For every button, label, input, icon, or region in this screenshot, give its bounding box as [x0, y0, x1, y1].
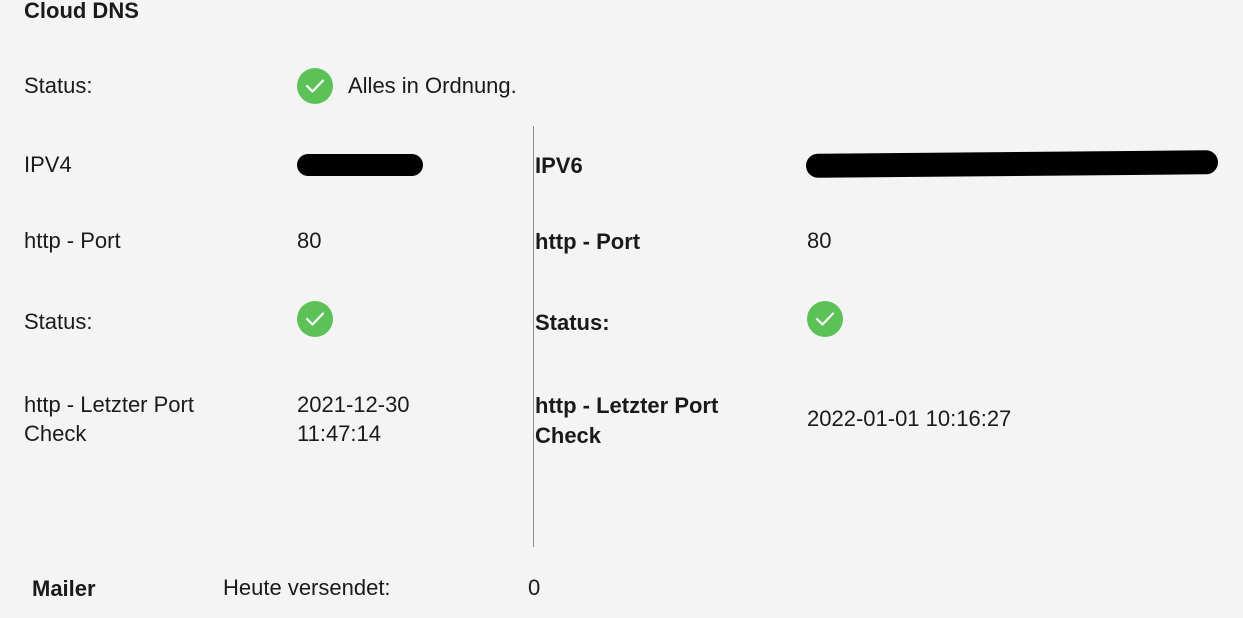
ipv4-last-check-date: 2021-12-30	[297, 392, 410, 417]
ipv6-label: IPV6	[535, 153, 583, 178]
check-circle-icon	[297, 68, 333, 104]
cloud-dns-title: Cloud DNS	[24, 0, 139, 23]
ipv4-port-label: http - Port	[24, 228, 121, 253]
mailer-sent-today-value: 0	[528, 575, 541, 600]
ipv6-port-value: 80	[807, 228, 832, 253]
ipv6-last-check-value: 2022-01-01 10:16:27	[807, 406, 1012, 431]
mailer-title: Mailer	[32, 576, 96, 601]
ipv4-address-redacted	[297, 154, 423, 176]
ipv4-last-check-time: 11:47:14	[297, 421, 382, 446]
ipv4-last-check-label: http - Letzter Port Check	[24, 392, 194, 446]
column-divider	[533, 126, 534, 547]
ipv4-status-label: Status:	[24, 309, 93, 334]
ipv4-port-value: 80	[297, 228, 322, 253]
overall-status-label: Status:	[24, 73, 93, 98]
ipv4-status-check-icon	[297, 301, 333, 337]
ipv4-label: IPV4	[24, 152, 72, 177]
ipv6-address-redacted	[805, 150, 1219, 178]
ipv6-last-check-label: http - Letzter Port Check	[535, 393, 719, 448]
ipv6-status-check-icon	[807, 301, 843, 337]
mailer-sent-today-label: Heute versendet:	[223, 575, 391, 600]
overall-status-text: Alles in Ordnung.	[348, 73, 517, 98]
ipv6-status-label: Status:	[535, 310, 610, 335]
ipv6-port-label: http - Port	[535, 229, 641, 254]
